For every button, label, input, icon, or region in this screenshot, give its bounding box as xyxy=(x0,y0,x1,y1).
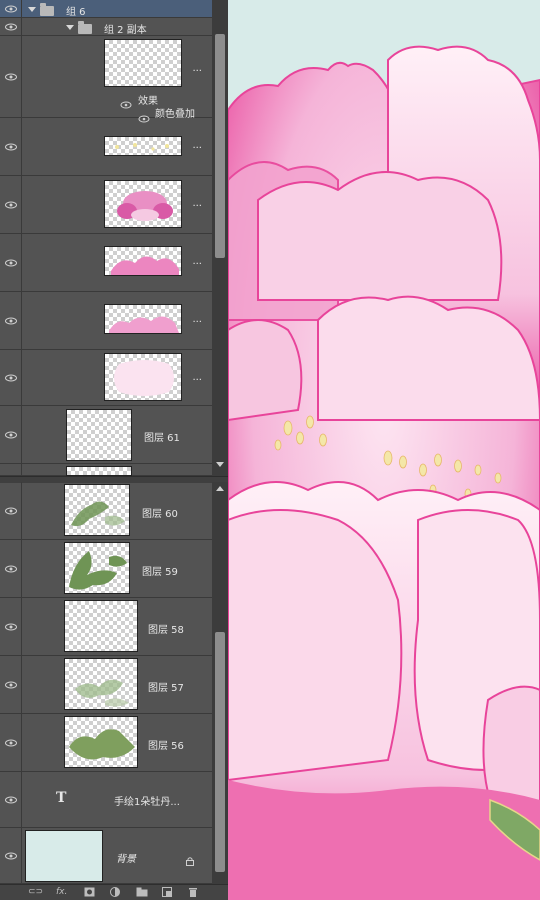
layer-row-57[interactable]: 图层 57 xyxy=(0,656,212,714)
layer-row-60[interactable]: 图层 60 xyxy=(0,482,212,540)
new-layer-icon[interactable] xyxy=(162,887,172,898)
layer-name: 图层 56 xyxy=(148,741,184,752)
visibility-eye-icon[interactable] xyxy=(0,482,22,539)
layers-panel: 组 6 组 2 副本 ... 效果 颜色叠加 ... ... ... ... .… xyxy=(0,0,228,900)
layer-thumbnail xyxy=(64,484,130,536)
link-layers-icon[interactable]: ⊂⊃ xyxy=(28,887,43,898)
group-6-row[interactable]: 组 6 xyxy=(0,0,212,18)
lock-icon xyxy=(185,851,195,870)
scroll-down-arrow-icon[interactable] xyxy=(216,462,224,467)
group-2-copy-row[interactable]: 组 2 副本 xyxy=(0,18,212,36)
more-indicator: ... xyxy=(192,314,202,325)
layer-thumbnail xyxy=(64,542,130,594)
layer-row-61[interactable]: 图层 61 xyxy=(0,406,212,464)
layers-footer-toolbar: ⊂⊃ fx. xyxy=(0,884,228,900)
visibility-eye-icon[interactable] xyxy=(0,714,22,771)
new-group-icon[interactable] xyxy=(136,887,148,898)
add-mask-icon[interactable] xyxy=(84,887,95,898)
visibility-eye-icon[interactable] xyxy=(0,18,22,35)
layer-name: 图层 59 xyxy=(142,567,178,578)
visibility-eye-icon[interactable] xyxy=(0,0,22,17)
folder-icon xyxy=(78,21,92,34)
layer-name: 图层 57 xyxy=(148,683,184,694)
text-layer-name: 手绘1朵牡丹... xyxy=(114,797,180,808)
layer-row-strip[interactable]: ... xyxy=(0,118,212,176)
visibility-eye-icon[interactable] xyxy=(0,772,22,827)
layer-row-flower[interactable]: ... xyxy=(0,176,212,234)
scrollbar-thumb[interactable] xyxy=(215,34,225,258)
fx-icon[interactable]: fx. xyxy=(56,887,67,898)
layer-thumbnail xyxy=(104,136,182,156)
group-6-name: 组 6 xyxy=(66,7,86,18)
visibility-eye-icon[interactable] xyxy=(0,176,22,233)
layer-row-petals-2[interactable]: ... xyxy=(0,292,212,350)
effects-eye-icon[interactable] xyxy=(120,94,132,113)
peony-artwork xyxy=(228,45,540,900)
lower-scrollbar[interactable] xyxy=(212,482,228,884)
layer-row-56[interactable]: 图层 56 xyxy=(0,714,212,772)
expand-arrow-icon[interactable] xyxy=(28,7,36,12)
more-indicator: ... xyxy=(192,256,202,267)
layer-row-base[interactable]: ... xyxy=(0,350,212,406)
background-layer-name: 背景 xyxy=(116,854,136,865)
visibility-eye-icon[interactable] xyxy=(0,828,22,883)
visibility-eye-icon[interactable] xyxy=(0,118,22,175)
document-canvas[interactable] xyxy=(228,0,540,900)
scroll-up-arrow-icon[interactable] xyxy=(216,486,224,491)
layer-thumbnail xyxy=(66,409,132,461)
layer-row-partial[interactable] xyxy=(0,464,212,476)
visibility-eye-icon[interactable] xyxy=(0,464,22,475)
visibility-eye-icon[interactable] xyxy=(0,234,22,291)
layer-thumbnail xyxy=(104,353,182,401)
layer-thumbnail xyxy=(64,716,138,768)
more-indicator: ... xyxy=(192,198,202,209)
layer-thumbnail xyxy=(104,39,182,87)
visibility-eye-icon[interactable] xyxy=(0,292,22,349)
more-indicator: ... xyxy=(192,372,202,383)
visibility-eye-icon[interactable] xyxy=(0,36,22,117)
layer-thumbnail xyxy=(104,304,182,334)
group-2-copy-name: 组 2 副本 xyxy=(104,25,147,36)
visibility-eye-icon[interactable] xyxy=(0,598,22,655)
more-indicator: ... xyxy=(192,63,202,74)
layer-thumbnail xyxy=(104,180,182,228)
visibility-eye-icon[interactable] xyxy=(0,656,22,713)
background-thumbnail xyxy=(25,830,103,882)
visibility-eye-icon[interactable] xyxy=(0,350,22,405)
background-layer-row[interactable]: 背景 xyxy=(0,828,212,884)
layer-row-petals[interactable]: ... xyxy=(0,234,212,292)
folder-icon xyxy=(40,3,54,16)
layer-thumbnail xyxy=(104,246,182,276)
layer-name: 图层 58 xyxy=(148,625,184,636)
adjustment-layer-icon[interactable] xyxy=(110,887,120,898)
layer-row-59[interactable]: 图层 59 xyxy=(0,540,212,598)
layer-thumbnail xyxy=(64,600,138,652)
layer-thumbnail xyxy=(66,466,132,476)
upper-scrollbar[interactable] xyxy=(212,0,228,476)
layer-row-58[interactable]: 图层 58 xyxy=(0,598,212,656)
scrollbar-thumb[interactable] xyxy=(215,632,225,872)
type-layer-icon: T xyxy=(56,790,67,806)
visibility-eye-icon[interactable] xyxy=(0,540,22,597)
layer-name: 图层 60 xyxy=(142,509,178,520)
layer-thumbnail xyxy=(64,658,138,710)
visibility-eye-icon[interactable] xyxy=(0,406,22,463)
layer-row-effects[interactable]: ... 效果 颜色叠加 xyxy=(0,36,212,123)
more-indicator: ... xyxy=(192,140,202,151)
layer-name: 图层 61 xyxy=(144,433,180,444)
delete-layer-icon[interactable] xyxy=(188,887,198,898)
text-layer-row[interactable]: T 手绘1朵牡丹... xyxy=(0,772,212,828)
expand-arrow-icon[interactable] xyxy=(66,25,74,30)
